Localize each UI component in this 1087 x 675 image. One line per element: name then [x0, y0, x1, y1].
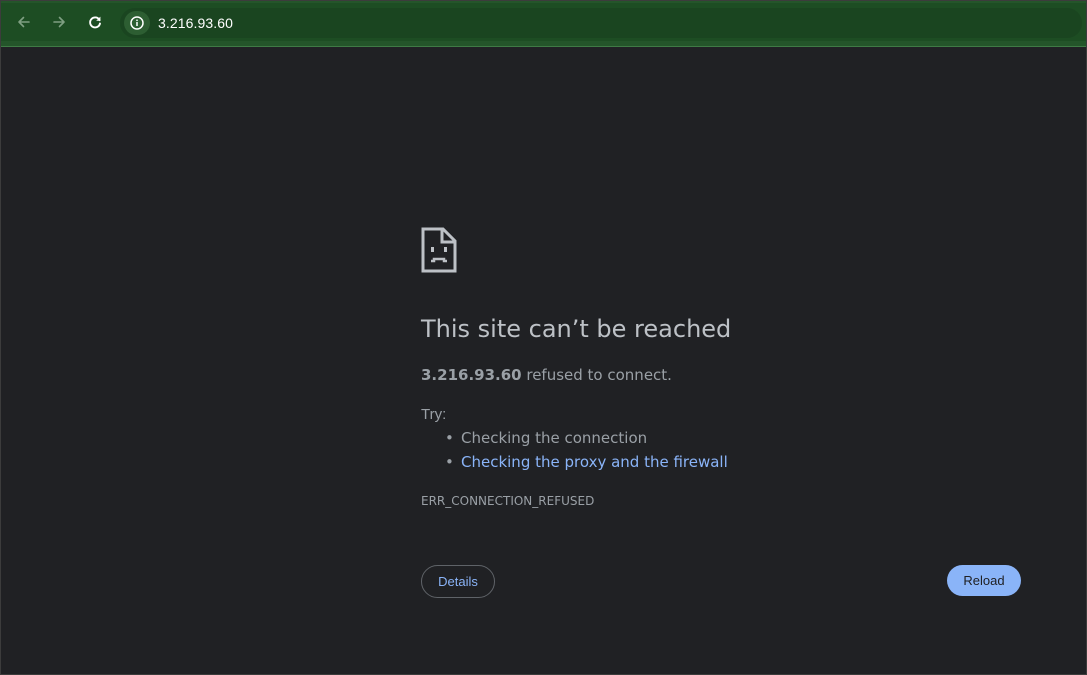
sad-page-icon [421, 227, 457, 273]
error-host: 3.216.93.60 [421, 366, 522, 384]
address-bar[interactable]: 3.216.93.60 [120, 8, 1082, 38]
reload-icon-button[interactable] [82, 9, 108, 35]
back-button[interactable] [11, 9, 37, 35]
error-title: This site can’t be reached [421, 315, 732, 343]
reload-button[interactable]: Reload [947, 565, 1021, 596]
reload-icon [89, 16, 101, 29]
bullet-icon: • [445, 429, 454, 447]
info-icon [130, 16, 144, 30]
arrow-right-icon [53, 16, 65, 28]
details-button[interactable]: Details [421, 565, 495, 598]
suggestion-item: • Checking the connection [445, 429, 728, 453]
url-text[interactable]: 3.216.93.60 [158, 15, 233, 31]
toolbar-strip: 3.216.93.60 [1, 3, 1086, 41]
suggestions-list: • Checking the connection • Checking the… [445, 429, 728, 477]
arrow-left-icon [18, 16, 30, 28]
error-message: refused to connect. [521, 366, 672, 384]
site-info-button[interactable] [124, 11, 150, 35]
suggestion-proxy-firewall-link[interactable]: Checking the proxy and the firewall [461, 453, 728, 471]
error-summary: 3.216.93.60 refused to connect. [421, 366, 672, 384]
suggestion-item: • Checking the proxy and the firewall [445, 453, 728, 477]
forward-button[interactable] [46, 9, 72, 35]
error-code: ERR_CONNECTION_REFUSED [421, 494, 595, 508]
browser-toolbar: 3.216.93.60 [1, 1, 1086, 47]
browser-window: 3.216.93.60 This site can’t be reached 3… [0, 0, 1087, 675]
suggestion-connection: Checking the connection [461, 429, 648, 447]
bullet-icon: • [445, 453, 454, 471]
try-label: Try: [421, 406, 447, 423]
